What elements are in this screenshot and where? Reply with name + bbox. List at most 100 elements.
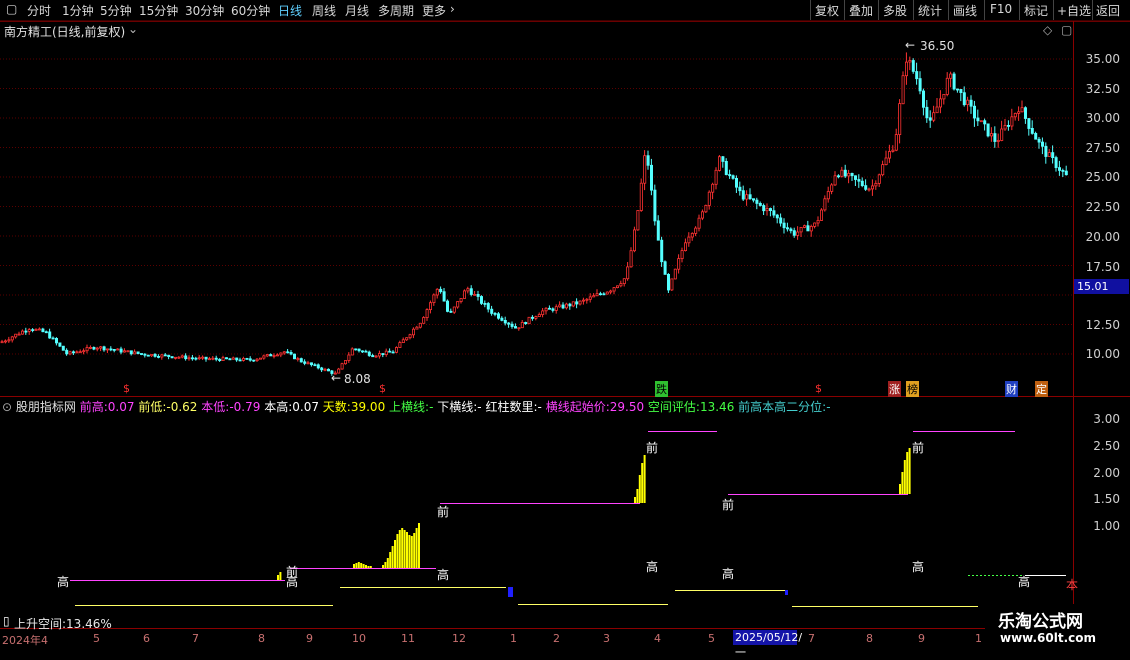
candle-body (602, 293, 606, 296)
candle-body (772, 210, 776, 216)
candle-body (1037, 138, 1041, 143)
watermark-title: 乐淘公式网 (998, 612, 1083, 632)
price-tick: 27.50 (1085, 141, 1120, 155)
candle-body (973, 105, 977, 119)
square-icon[interactable]: ▢ (1061, 23, 1072, 37)
candle-body (55, 337, 59, 344)
candle-body (479, 296, 483, 304)
candle-body (255, 358, 259, 362)
candle-body (224, 357, 228, 360)
candle-body (976, 117, 980, 122)
candle-body (806, 225, 810, 232)
event-marker-cai[interactable]: 财 (1005, 381, 1018, 397)
candle-body (133, 351, 137, 355)
event-marker-ding[interactable]: 定 (1035, 381, 1048, 397)
candle-body (765, 208, 769, 212)
candle-body (449, 310, 453, 313)
event-marker-die[interactable]: 跌 (655, 381, 668, 397)
candle-body (959, 89, 963, 94)
candle-body (517, 327, 521, 330)
candle-body (194, 357, 198, 360)
event-marker-bang[interactable]: 榜 (906, 381, 919, 397)
candle-body (469, 288, 473, 295)
event-marker[interactable]: $ (123, 382, 130, 395)
indicator-bar (355, 563, 358, 568)
candle-body (990, 133, 994, 137)
candle-body (986, 123, 990, 137)
indicator-tick: 3.00 (1093, 412, 1120, 426)
candle-body (707, 191, 711, 206)
indicator-bar (382, 565, 384, 568)
indicator-name[interactable]: 股朋指标网 (16, 400, 76, 414)
chevron-down-icon[interactable]: ⌄ (128, 22, 138, 36)
candle-body (347, 354, 351, 361)
candle-body (775, 214, 779, 219)
candle-body (1024, 107, 1028, 119)
candle-body (537, 314, 541, 317)
candle-body (622, 278, 626, 285)
indicator-toggle-icon[interactable]: ⊙ (2, 400, 12, 414)
indicator-bar (277, 575, 279, 580)
rise-space-text: 上升空间:13.46% (14, 617, 112, 631)
candle-body (714, 169, 718, 185)
date-tick: 4 (654, 632, 661, 645)
indicator-bar (634, 497, 636, 503)
indicator-bar (643, 455, 646, 503)
indicator-bar (389, 552, 392, 568)
date-tick: 7 (808, 632, 815, 645)
candle-body (350, 348, 354, 356)
candle-body (616, 285, 620, 288)
candle-body (486, 303, 490, 310)
candle-body (823, 198, 827, 211)
candle-body (1041, 141, 1045, 147)
candle-body (650, 164, 654, 191)
low-arrow-icon: ← (331, 371, 342, 385)
candle-body (792, 230, 796, 236)
diamond-icon[interactable]: ◇ (1043, 23, 1052, 37)
date-tick: 3 (603, 632, 610, 645)
candle-body (123, 350, 127, 353)
candle-body (51, 337, 55, 340)
selected-date-tag: 2025/05/12/一 (733, 630, 803, 659)
candle-body (915, 71, 919, 80)
candle-body (843, 169, 847, 177)
candle-body (462, 290, 466, 299)
candle-body (4, 340, 8, 343)
candle-body (14, 333, 18, 338)
candle-body (72, 351, 76, 354)
candle-body (78, 351, 82, 354)
field-label: 前低: (138, 400, 167, 414)
event-marker[interactable]: $ (815, 382, 822, 395)
candle-body (500, 317, 504, 321)
event-marker[interactable]: $ (379, 382, 386, 395)
indicator-header: ⊙ 股朋指标网 前高:0.07 前低:-0.62 本低:-0.79 本高:0.0… (2, 398, 831, 415)
candle-body (452, 306, 456, 313)
candle-body (354, 348, 358, 351)
candle-body (864, 185, 868, 190)
candle-body (881, 164, 885, 176)
candle-body (983, 120, 987, 125)
candle-body (17, 333, 21, 336)
candle-body (289, 351, 293, 355)
candle-body (68, 351, 72, 355)
date-tick: 9 (306, 632, 313, 645)
date-tick: 5 (708, 632, 715, 645)
candle-body (718, 156, 722, 171)
candle-body (163, 354, 167, 357)
candle-body (38, 328, 42, 331)
indicator-bar (353, 564, 355, 568)
candle-body (687, 236, 691, 244)
candle-body (1058, 167, 1062, 171)
candle-body (894, 134, 898, 151)
candle-body (204, 356, 208, 360)
candle-body (119, 348, 123, 353)
date-tick: 10 (352, 632, 366, 645)
candle-body (323, 368, 327, 371)
candle-body (952, 73, 956, 90)
candle-body (571, 301, 575, 307)
candle-body (411, 328, 415, 336)
candle-body (949, 73, 953, 79)
candle-body (1064, 170, 1068, 176)
date-tick: 1 (975, 632, 982, 645)
event-marker-zhang[interactable]: 涨 (888, 381, 901, 397)
